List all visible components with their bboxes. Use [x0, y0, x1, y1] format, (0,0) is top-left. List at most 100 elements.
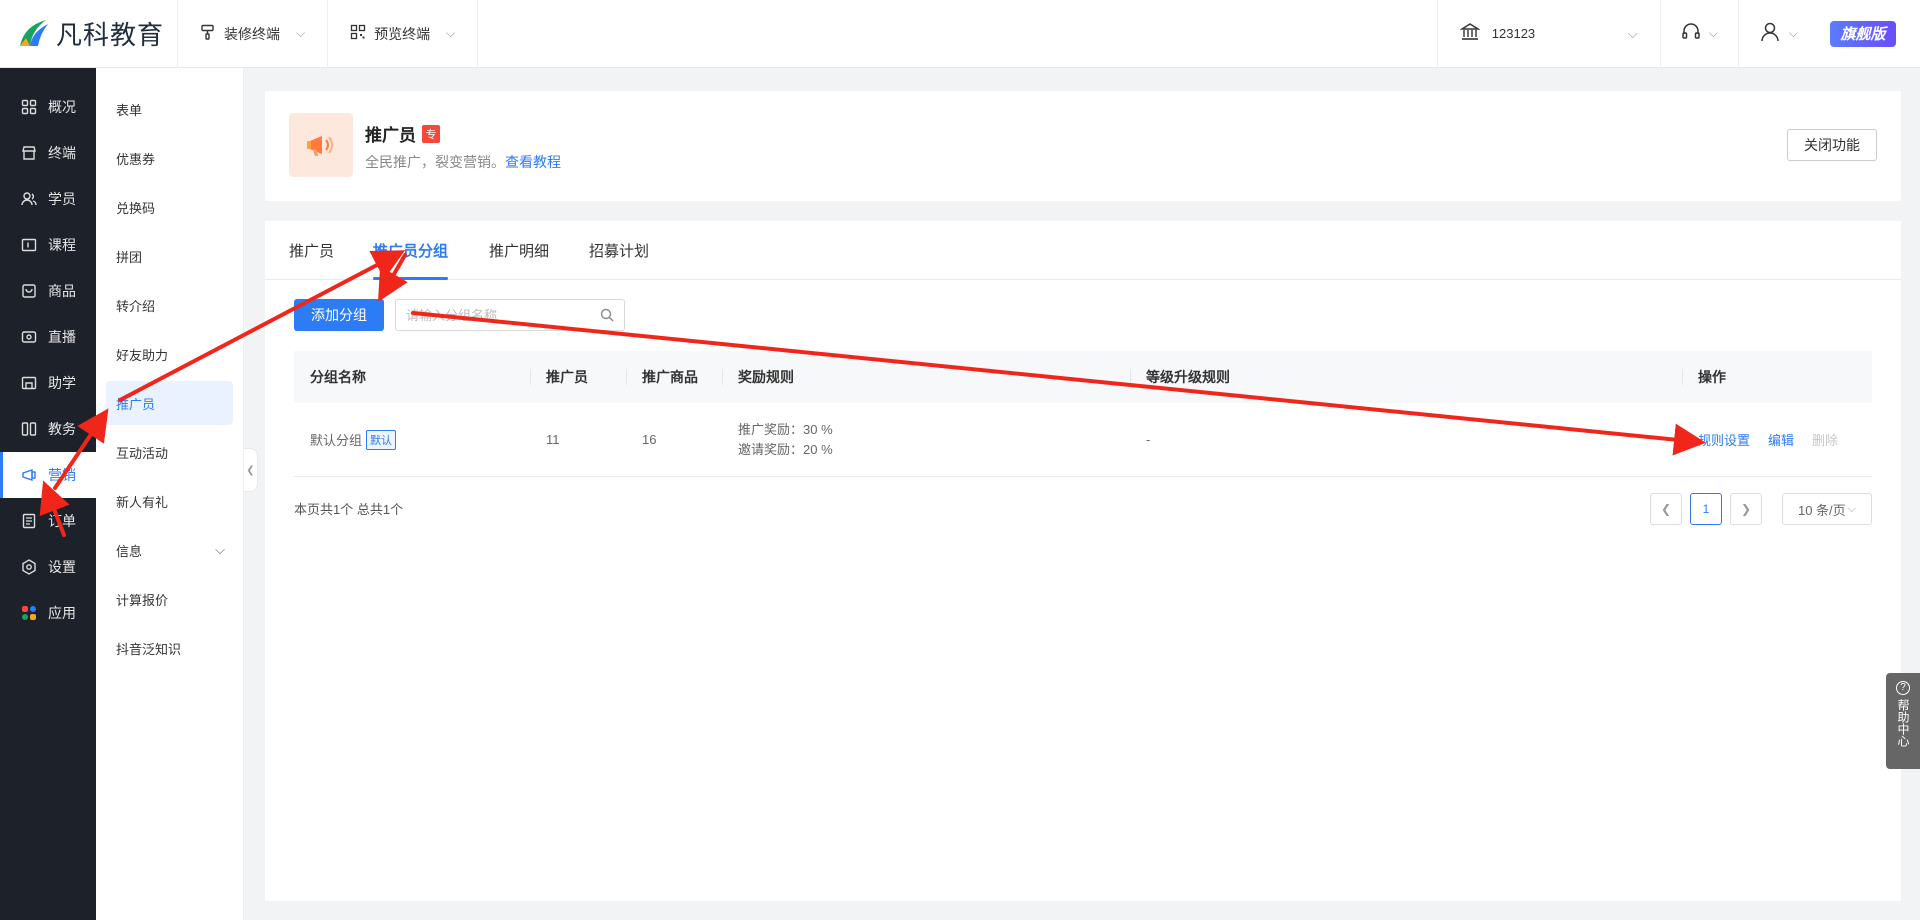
sub-nav-item[interactable]: 计算报价 — [106, 577, 233, 621]
group-search-box — [395, 299, 625, 331]
main-nav-label: 课程 — [48, 237, 76, 253]
sub-nav-item[interactable]: 兑换码 — [106, 185, 233, 229]
prev-page-button[interactable]: ❮ — [1650, 493, 1682, 525]
pro-badge: 专 — [422, 124, 440, 143]
main-nav-label: 助学 — [48, 375, 76, 391]
apps-icon — [20, 604, 38, 622]
bank-icon — [1459, 22, 1481, 45]
tab-promoter-groups[interactable]: 推广员分组 — [373, 240, 449, 280]
top-header: 凡科教育 装修终端 ⌵ 预览终端 ⌵ 123123 ⌵ ⌵ ⌵ 旗舰版 — [0, 0, 1920, 68]
tab-recruitment-plan[interactable]: 招募计划 — [589, 240, 649, 280]
main-nav-label: 营销 — [48, 467, 76, 483]
sub-nav-item[interactable]: 拼团 — [106, 234, 233, 278]
feature-title: 推广员 专 — [365, 121, 440, 146]
user-menu[interactable]: ⌵ — [1739, 0, 1818, 68]
preview-terminal-menu[interactable]: 预览终端 ⌵ — [328, 0, 479, 68]
header-upgrade-rules: 等级升级规则 — [1130, 351, 1682, 403]
sub-nav-label: 互动活动 — [116, 445, 169, 461]
main-nav-item[interactable]: 营销 — [0, 452, 96, 498]
collapse-sidebar-button[interactable]: ❮ — [244, 448, 258, 492]
main-nav-item[interactable]: 终端 — [0, 130, 96, 176]
sub-nav-item[interactable]: 好友助力 — [106, 332, 233, 376]
sub-nav-label: 好友助力 — [116, 347, 169, 363]
users-icon — [20, 190, 38, 208]
edit-link[interactable]: 编辑 — [1768, 430, 1794, 449]
sub-nav-label: 拼团 — [116, 249, 143, 265]
decorate-terminal-menu[interactable]: 装修终端 ⌵ — [178, 0, 329, 68]
pagination: ❮ 1 ❯ 10 条/页 ⌵ — [1650, 493, 1872, 525]
close-feature-button[interactable]: 关闭功能 — [1787, 129, 1877, 161]
chevron-down-icon: ⌵ — [1788, 26, 1798, 40]
tab-promoters[interactable]: 推广员 — [289, 240, 334, 280]
gear-icon — [20, 558, 38, 576]
tab-promotion-details[interactable]: 推广明细 — [489, 240, 549, 280]
promotion-reward: 推广奖励：30 % — [738, 421, 833, 437]
bag-icon — [20, 282, 38, 300]
sub-nav-item[interactable]: 推广员 — [106, 381, 233, 425]
delete-link: 删除 — [1812, 433, 1839, 448]
main-nav-label: 学员 — [48, 191, 76, 207]
sub-nav-label: 抖音泛知识 — [116, 641, 182, 657]
main-nav-item[interactable]: 教务 — [0, 406, 96, 452]
user-icon — [1759, 21, 1781, 46]
study-icon — [20, 374, 38, 392]
feature-description: 全民推广，裂变营销。查看教程 — [365, 152, 561, 172]
group-search-input[interactable] — [396, 300, 586, 330]
sub-nav-item[interactable]: 新人有礼 — [106, 479, 233, 523]
sub-nav-item[interactable]: 信息 ⌵ — [106, 528, 233, 572]
preview-terminal-label: 预览终端 — [374, 25, 431, 42]
main-nav-item[interactable]: 应用 — [0, 590, 96, 636]
chevron-down-icon: ⌵ — [1847, 502, 1857, 515]
header-reward-rules: 奖励规则 — [722, 351, 1130, 403]
vip-badge[interactable]: 旗舰版 — [1830, 20, 1896, 47]
main-nav-label: 订单 — [48, 513, 76, 529]
support-menu[interactable]: ⌵ — [1661, 0, 1739, 68]
cell-reward-rules: 推广奖励：30 % 邀请奖励：20 % — [722, 403, 1130, 476]
main-nav-item[interactable]: 订单 — [0, 498, 96, 544]
add-group-button[interactable]: 添加分组 — [294, 299, 384, 331]
main-nav-item[interactable]: 设置 — [0, 544, 96, 590]
headset-icon — [1681, 22, 1701, 45]
main-nav-item[interactable]: 学员 — [0, 176, 96, 222]
sub-nav-item[interactable]: 表单 — [106, 87, 233, 131]
sub-nav-label: 兑换码 — [116, 200, 156, 216]
chevron-down-icon: ⌵ — [1708, 26, 1718, 40]
qrcode-icon — [350, 24, 366, 43]
page-size-select[interactable]: 10 条/页 ⌵ — [1782, 493, 1872, 525]
main-nav-item[interactable]: 助学 — [0, 360, 96, 406]
store-selector[interactable]: 123123 ⌵ — [1436, 0, 1661, 68]
sub-nav-label: 信息 — [116, 543, 143, 559]
logo[interactable]: 凡科教育 — [0, 0, 178, 68]
search-icon[interactable] — [600, 308, 614, 322]
live-icon — [20, 328, 38, 346]
tutorial-link[interactable]: 查看教程 — [505, 154, 561, 170]
sub-nav-item[interactable]: 转介绍 — [106, 283, 233, 327]
sub-nav-item[interactable]: 优惠券 — [106, 136, 233, 180]
sub-nav-label: 新人有礼 — [116, 494, 169, 510]
page-number-button[interactable]: 1 — [1690, 493, 1722, 525]
marketing-icon — [20, 466, 38, 484]
chevron-down-icon: ⌵ — [296, 26, 306, 40]
help-center-button[interactable]: ? 帮助中心 — [1886, 673, 1920, 769]
help-center-label: 帮助中心 — [1896, 699, 1910, 747]
vip-label: 旗舰版 — [1840, 26, 1886, 43]
chevron-left-icon: ❮ — [1660, 502, 1672, 516]
sub-nav-item[interactable]: 互动活动 — [106, 430, 233, 474]
main-nav-item[interactable]: 商品 — [0, 268, 96, 314]
feature-header-card: 推广员 专 全民推广，裂变营销。查看教程 关闭功能 — [265, 91, 1901, 201]
page-size-label: 10 条/页 — [1797, 502, 1846, 518]
sub-nav-item[interactable]: 抖音泛知识 — [106, 626, 233, 670]
default-tag: 默认 — [366, 429, 397, 450]
sub-nav-label: 推广员 — [116, 396, 156, 412]
cell-products: 16 — [642, 432, 657, 447]
main-nav-item[interactable]: 概况 — [0, 84, 96, 130]
header-group-name: 分组名称 — [310, 369, 366, 385]
header-promoters: 推广员 — [530, 351, 626, 403]
main-nav-item[interactable]: 直播 — [0, 314, 96, 360]
rule-settings-link[interactable]: 规则设置 — [1698, 430, 1750, 449]
order-icon — [20, 512, 38, 530]
next-page-button[interactable]: ❯ — [1730, 493, 1762, 525]
main-nav-label: 商品 — [48, 283, 76, 299]
cell-actions: 规则设置 编辑 删除 — [1682, 403, 1872, 476]
main-nav-item[interactable]: 课程 — [0, 222, 96, 268]
